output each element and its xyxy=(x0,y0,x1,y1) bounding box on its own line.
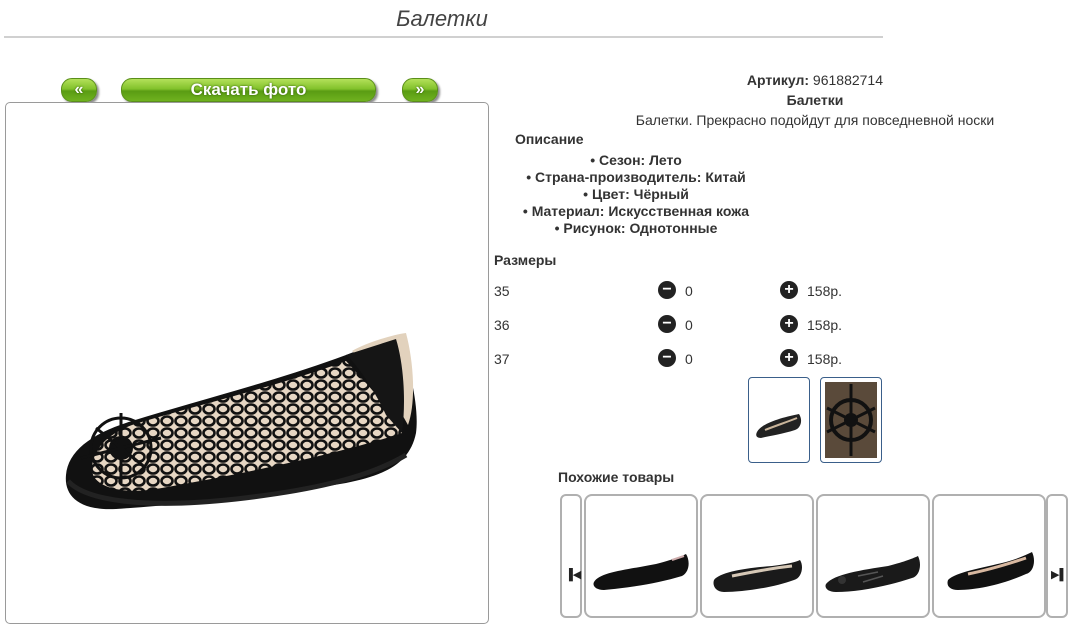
title-divider xyxy=(4,36,883,38)
similar-product-card[interactable] xyxy=(584,494,698,618)
size-row: 36 − 0 + 158р. xyxy=(494,315,874,335)
similar-products-heading: Похожие товары xyxy=(558,469,675,485)
quantity-value: 0 xyxy=(685,283,693,299)
page-title: Балетки xyxy=(396,6,488,31)
photo-thumbnail[interactable] xyxy=(748,377,810,463)
minus-circle-icon[interactable]: − xyxy=(658,315,676,333)
size-value: 36 xyxy=(494,317,510,333)
sizes-heading: Размеры xyxy=(494,252,557,268)
short-description: Балетки. Прекрасно подойдут для повседне… xyxy=(635,112,995,128)
similar-product-image xyxy=(593,554,689,590)
size-value: 35 xyxy=(494,283,510,299)
plus-circle-icon[interactable]: + xyxy=(780,281,798,299)
similar-product-image xyxy=(947,552,1034,590)
product-name: Балетки xyxy=(786,92,844,108)
thumbnail-image xyxy=(756,414,802,438)
ballet-flat-image xyxy=(65,333,417,510)
carousel-next-button[interactable]: ▶▌ xyxy=(1046,494,1068,618)
quantity-value: 0 xyxy=(685,317,693,333)
plus-circle-icon[interactable]: + xyxy=(780,315,798,333)
similar-product-card[interactable] xyxy=(816,494,930,618)
size-value: 37 xyxy=(494,351,510,367)
similar-product-card[interactable] xyxy=(700,494,814,618)
previous-photo-button[interactable]: « xyxy=(61,78,97,102)
carousel-previous-button[interactable]: ▐◀ xyxy=(560,494,582,618)
price-value: 158р. xyxy=(807,351,843,367)
minus-circle-icon[interactable]: − xyxy=(658,281,676,299)
price-value: 158р. xyxy=(807,283,843,299)
description-item: Цвет: Чёрный xyxy=(495,186,777,203)
minus-circle-icon[interactable]: − xyxy=(658,349,676,367)
similar-product-card[interactable] xyxy=(932,494,1046,618)
similar-product-image xyxy=(825,556,920,592)
size-row: 37 − 0 + 158р. xyxy=(494,349,874,369)
thumbnail-image xyxy=(825,382,877,458)
description-list: Сезон: Лето Страна-производитель: Китай … xyxy=(495,152,777,237)
size-row: 35 − 0 + 158р. xyxy=(494,281,874,301)
description-item: Рисунок: Однотонные xyxy=(495,220,777,237)
price-value: 158р. xyxy=(807,317,843,333)
article-number: Артикул: 961882714 xyxy=(600,72,883,88)
download-photo-button[interactable]: Скачать фото xyxy=(121,78,376,102)
photo-thumbnail[interactable] xyxy=(820,377,882,463)
skip-previous-icon: ▐◀ xyxy=(565,569,582,581)
description-item: Страна-производитель: Китай xyxy=(495,169,777,186)
main-product-photo xyxy=(5,102,489,624)
article-value: 961882714 xyxy=(812,72,883,88)
plus-circle-icon[interactable]: + xyxy=(780,349,798,367)
description-item: Сезон: Лето xyxy=(495,152,777,169)
skip-next-icon: ▶▌ xyxy=(1051,569,1068,581)
quantity-value: 0 xyxy=(685,351,693,367)
article-label: Артикул: xyxy=(746,72,810,88)
description-item: Материал: Искусственная кожа xyxy=(495,203,777,220)
next-photo-button[interactable]: » xyxy=(402,78,438,102)
similar-product-image xyxy=(713,560,802,592)
description-heading: Описание xyxy=(515,131,584,147)
